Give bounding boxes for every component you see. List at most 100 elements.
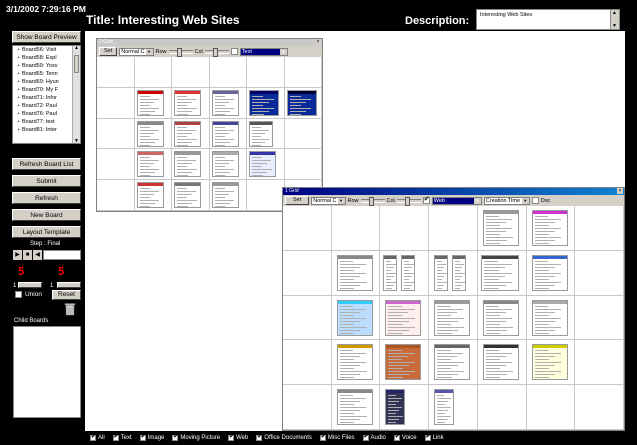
grid-cell[interactable] bbox=[331, 385, 381, 430]
filter-option[interactable]: Office Documents bbox=[256, 433, 312, 441]
grid-cell[interactable] bbox=[283, 385, 332, 430]
item-thumbnail[interactable] bbox=[336, 344, 373, 381]
set-button[interactable]: Set bbox=[285, 196, 310, 205]
item-thumbnail[interactable] bbox=[174, 120, 201, 147]
item-thumbnail[interactable] bbox=[383, 254, 398, 291]
item-thumbnail[interactable] bbox=[434, 299, 471, 336]
item-thumbnail[interactable] bbox=[211, 120, 239, 147]
board-list-scrollbar[interactable] bbox=[72, 46, 80, 143]
item-thumbnail[interactable] bbox=[452, 254, 467, 291]
grid-cell[interactable] bbox=[283, 250, 332, 296]
item-thumbnail[interactable] bbox=[136, 182, 164, 209]
item-thumbnail[interactable] bbox=[249, 120, 273, 147]
grid-window-2[interactable]: 2 Grid × Set Normal C Row Col Text bbox=[96, 38, 323, 212]
filter-checkbox[interactable] bbox=[319, 433, 326, 441]
grid-cell[interactable] bbox=[575, 250, 624, 296]
board-list-item[interactable]: + Board76: Paul bbox=[13, 110, 80, 118]
board-list-item[interactable]: + Board77: test bbox=[13, 118, 80, 126]
grid-cell[interactable] bbox=[477, 295, 527, 341]
layout-template-button[interactable]: Layout Template bbox=[12, 226, 81, 238]
grid-cell[interactable] bbox=[97, 87, 135, 119]
description-scrollbar[interactable] bbox=[610, 10, 619, 29]
item-thumbnail[interactable] bbox=[174, 89, 201, 116]
item-thumbnail[interactable] bbox=[480, 254, 519, 291]
description-field[interactable]: Interesting Web Sites bbox=[476, 9, 620, 30]
filter-checkbox[interactable] bbox=[422, 195, 430, 204]
trash-icon[interactable] bbox=[64, 302, 76, 316]
grid-cell[interactable] bbox=[134, 57, 172, 88]
refresh-board-list-button[interactable]: Refresh Board List bbox=[12, 158, 81, 170]
item-thumbnail[interactable] bbox=[336, 389, 373, 426]
grid-window-1[interactable]: 1 Grid × Set Normal C Row Col Web Creati… bbox=[282, 187, 625, 431]
grid-cell[interactable] bbox=[209, 57, 247, 88]
item-thumbnail[interactable] bbox=[482, 344, 519, 381]
filter-option[interactable]: Moving Picture bbox=[172, 433, 220, 441]
grid-cell[interactable] bbox=[284, 118, 322, 150]
grid-window-1-titlebar[interactable]: 1 Grid × bbox=[283, 188, 624, 195]
item-thumbnail[interactable] bbox=[136, 120, 164, 147]
grid-cell[interactable] bbox=[247, 87, 285, 119]
grid-cell[interactable] bbox=[97, 180, 135, 211]
item-thumbnail[interactable] bbox=[174, 182, 201, 209]
union-checkbox[interactable] bbox=[15, 291, 22, 298]
filter-checkbox[interactable] bbox=[393, 433, 400, 441]
grid-cell[interactable] bbox=[380, 340, 430, 386]
row-stepper[interactable] bbox=[18, 282, 42, 288]
grid-cell[interactable] bbox=[172, 180, 210, 211]
grid-cell[interactable] bbox=[575, 340, 624, 386]
board-list-item[interactable]: + Board70: My F bbox=[13, 86, 80, 94]
item-thumbnail[interactable] bbox=[136, 89, 164, 116]
item-thumbnail[interactable] bbox=[531, 210, 568, 246]
grid-cell[interactable] bbox=[380, 295, 430, 341]
filter-checkbox[interactable] bbox=[90, 433, 96, 441]
grid-cell[interactable] bbox=[172, 57, 210, 88]
board-list-item[interactable]: + Board58: Expl bbox=[13, 54, 80, 62]
board-list-item[interactable]: + Board81: Inter bbox=[13, 126, 80, 134]
filter-option[interactable]: Text bbox=[112, 433, 132, 441]
item-thumbnail[interactable] bbox=[434, 389, 455, 426]
grid-cell[interactable] bbox=[429, 206, 478, 251]
grid-cell[interactable] bbox=[526, 295, 576, 341]
grid-cell[interactable] bbox=[526, 206, 576, 251]
item-thumbnail[interactable] bbox=[401, 254, 416, 291]
grid-cell[interactable] bbox=[97, 118, 135, 150]
filter-option[interactable]: Web bbox=[228, 433, 248, 441]
grid-cell[interactable] bbox=[134, 149, 172, 181]
close-icon[interactable]: × bbox=[315, 39, 321, 45]
grid-cell[interactable] bbox=[477, 250, 527, 296]
grid-cell[interactable] bbox=[477, 340, 527, 386]
col-slider[interactable] bbox=[204, 47, 229, 57]
reset-button[interactable]: Reset bbox=[52, 290, 81, 300]
view-mode-select[interactable]: Normal C bbox=[119, 47, 154, 56]
grid-cell[interactable] bbox=[429, 250, 478, 296]
grid-cell[interactable] bbox=[284, 87, 322, 119]
grid-window-2-titlebar[interactable]: 2 Grid × bbox=[97, 39, 322, 46]
item-thumbnail[interactable] bbox=[211, 151, 239, 178]
grid-cell[interactable] bbox=[331, 250, 381, 296]
filter-option[interactable]: All bbox=[90, 433, 105, 441]
item-thumbnail[interactable] bbox=[286, 89, 317, 116]
col-slider[interactable] bbox=[396, 196, 421, 206]
grid-cell[interactable] bbox=[172, 149, 210, 181]
item-thumbnail[interactable] bbox=[482, 210, 519, 246]
grid-cell[interactable] bbox=[209, 149, 247, 181]
scroll-thumb[interactable] bbox=[74, 55, 79, 73]
new-board-button[interactable]: New Board bbox=[12, 209, 81, 221]
item-thumbnail[interactable] bbox=[136, 151, 164, 178]
grid-cell[interactable] bbox=[331, 340, 381, 386]
grid-cell[interactable] bbox=[209, 180, 247, 211]
grid-cell[interactable] bbox=[247, 118, 285, 150]
item-thumbnail[interactable] bbox=[434, 254, 449, 291]
board-list-item[interactable]: + Board71: Infor bbox=[13, 94, 80, 102]
item-thumbnail[interactable] bbox=[385, 344, 422, 381]
child-boards-list[interactable] bbox=[13, 326, 81, 418]
grid-cell[interactable] bbox=[134, 180, 172, 211]
grid-cell[interactable] bbox=[172, 118, 210, 150]
grid-cell[interactable] bbox=[526, 250, 576, 296]
grid-cell[interactable] bbox=[209, 87, 247, 119]
item-thumbnail[interactable] bbox=[385, 299, 422, 336]
grid-cell[interactable] bbox=[284, 57, 322, 88]
grid-cell[interactable] bbox=[477, 206, 527, 251]
grid-cell[interactable] bbox=[575, 295, 624, 341]
item-thumbnail[interactable] bbox=[531, 344, 568, 381]
